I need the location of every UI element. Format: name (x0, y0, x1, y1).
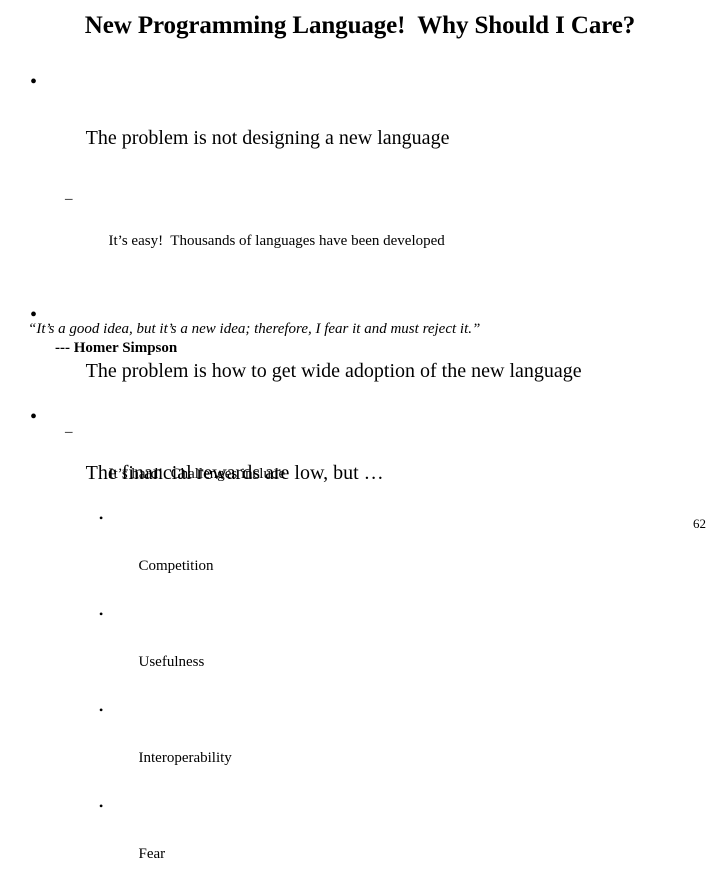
closing-bullet-group: • The financial rewards are low, but … (0, 403, 720, 515)
bullet-item-level3: • Competition (0, 506, 720, 602)
bullet-text: The problem is how to get wide adoption … (85, 360, 582, 382)
bullet-text: Competition (138, 558, 214, 574)
bullet-item-level2: – It’s easy! Thousands of languages have… (0, 189, 720, 273)
page-title: New Programming Language! Why Should I C… (84, 12, 636, 39)
bullet-marker-icon: • (99, 607, 104, 621)
bullet-marker-icon: • (99, 703, 104, 717)
slide-canvas: New Programming Language! Why Should I C… (0, 0, 720, 862)
bullet-text: The problem is not designing a new langu… (85, 127, 450, 149)
bullet-marker-icon: • (99, 799, 104, 813)
bullet-item-level3: • Interoperability (0, 698, 720, 794)
bullet-item-level1: • The financial rewards are low, but … (0, 403, 720, 515)
bullet-text: Usefulness (138, 654, 205, 670)
bullet-text: Interoperability (138, 750, 232, 766)
dash-marker-icon: – (65, 191, 73, 207)
bullet-item-level3: • Fear (0, 794, 720, 890)
bullet-text: The financial rewards are low, but … (85, 462, 384, 484)
bullet-text: It’s easy! Thousands of languages have b… (108, 233, 445, 249)
bullet-marker-icon: • (30, 406, 38, 428)
page-number: 62 (693, 516, 706, 531)
quotation-attribution: --- Homer Simpson (55, 340, 178, 356)
bullet-item-level1: • The problem is not designing a new lan… (0, 68, 720, 180)
quotation-text: “It’s a good idea, but it’s a new idea; … (28, 321, 481, 337)
bullet-item-level3: • Usefulness (0, 602, 720, 698)
bullet-text: Fear (138, 846, 166, 862)
bullet-marker-icon: • (30, 71, 38, 93)
